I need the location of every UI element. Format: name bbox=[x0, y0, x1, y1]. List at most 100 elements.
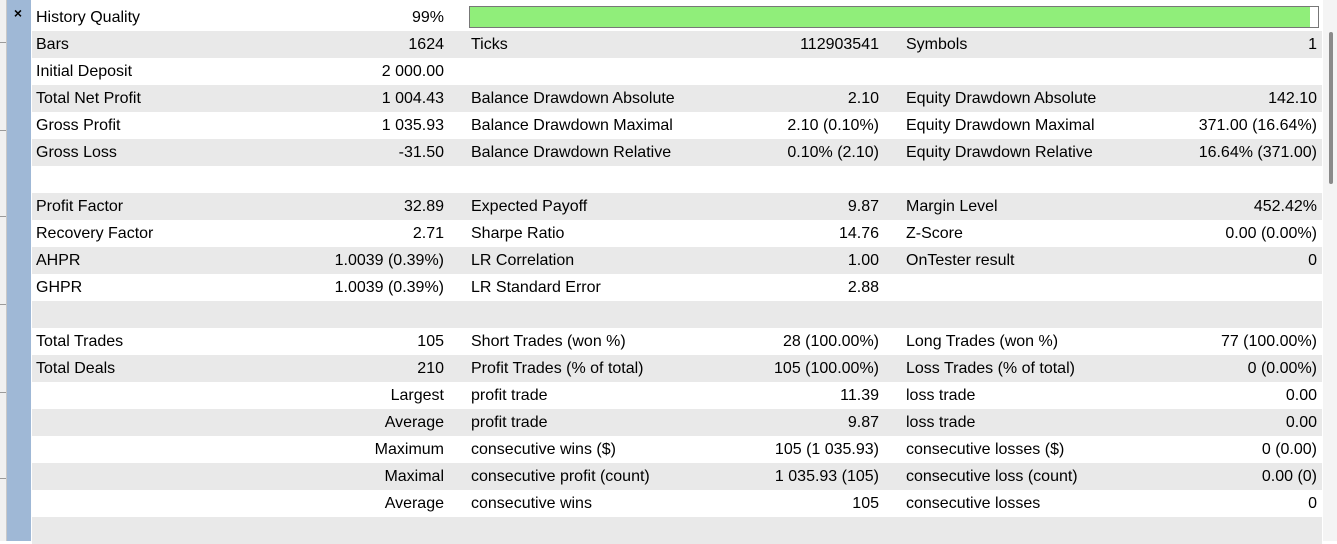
metric-value-2: 105 (100.00%) bbox=[774, 360, 879, 377]
report-row: Largest profit trade 11.39 loss trade 0.00 bbox=[32, 382, 1322, 409]
metric-value-1: 2 000.00 bbox=[381, 63, 444, 80]
metric-value-1: 210 bbox=[417, 360, 444, 377]
metric-value-3: 0.00 (0) bbox=[1261, 468, 1317, 485]
metric-label-3: Equity Drawdown Absolute bbox=[906, 90, 1097, 107]
metric-value-1: 1 004.43 bbox=[381, 90, 444, 107]
edge-tick bbox=[0, 392, 6, 393]
metric-label-2: Balance Drawdown Absolute bbox=[471, 90, 675, 107]
metric-label-3: loss trade bbox=[906, 387, 976, 404]
edge-tick bbox=[0, 130, 6, 131]
metric-value-1: -31.50 bbox=[398, 144, 444, 161]
metric-value-2: 105 bbox=[852, 495, 879, 512]
left-panel-edge bbox=[0, 0, 7, 541]
metric-value-3: 0 (0.00) bbox=[1261, 441, 1317, 458]
metric-label-3: Equity Drawdown Relative bbox=[906, 144, 1093, 161]
metric-label-1: Bars bbox=[36, 36, 69, 53]
metric-value-1: Average bbox=[384, 414, 444, 431]
metric-label-2: Expected Payoff bbox=[471, 198, 588, 215]
metric-value-1: 1624 bbox=[408, 36, 444, 53]
report-row: Bars 1624 Ticks 112903541 Symbols 1 bbox=[32, 31, 1322, 58]
metric-value-3: 0 bbox=[1308, 495, 1317, 512]
metric-label-3: Symbols bbox=[906, 36, 968, 53]
metric-label-2: Ticks bbox=[471, 36, 508, 53]
report-row: Total Net Profit 1 004.43 Balance Drawdown… bbox=[32, 85, 1322, 112]
backtest-report: History Quality 99% Bars 1624 Ticks 1129035… bbox=[32, 4, 1322, 544]
metric-value-3: 0.00 (0.00%) bbox=[1225, 225, 1317, 242]
history-quality-bar bbox=[469, 6, 1319, 28]
close-icon[interactable]: × bbox=[7, 4, 29, 22]
metric-label-2: LR Correlation bbox=[471, 252, 575, 269]
metric-label-2: LR Standard Error bbox=[471, 279, 601, 296]
metric-value-3: 77 (100.00%) bbox=[1220, 333, 1317, 350]
metric-value-2: 2.10 (0.10%) bbox=[787, 117, 879, 134]
report-row: Maximal consecutive profit (count) 1 035.9… bbox=[32, 463, 1322, 490]
metric-label-2: Profit Trades (% of total) bbox=[471, 360, 644, 377]
history-quality-label: History Quality bbox=[36, 9, 141, 26]
metric-label-3: OnTester result bbox=[906, 252, 1015, 269]
metric-label-1: Profit Factor bbox=[36, 198, 124, 215]
edge-tick bbox=[0, 304, 6, 305]
metric-value-3: 16.64% (371.00) bbox=[1198, 144, 1317, 161]
metric-value-1: 32.89 bbox=[403, 198, 444, 215]
report-row: Initial Deposit 2 000.00 bbox=[32, 58, 1322, 85]
metric-value-2: 2.88 bbox=[847, 279, 879, 296]
vertical-scrollbar[interactable] bbox=[1323, 0, 1337, 541]
metric-value-3: 371.00 (16.64%) bbox=[1198, 117, 1317, 134]
metric-label-3: Loss Trades (% of total) bbox=[906, 360, 1075, 377]
report-row: Total Deals 210 Profit Trades (% of total)… bbox=[32, 355, 1322, 382]
metric-label-2: consecutive wins bbox=[471, 495, 592, 512]
metric-label-1: Total Deals bbox=[36, 360, 116, 377]
metric-label-1: GHPR bbox=[36, 279, 83, 296]
metric-label-1: Gross Loss bbox=[36, 144, 117, 161]
report-row: Profit Factor 32.89 Expected Payoff 9.87 Mar… bbox=[32, 193, 1322, 220]
report-row: GHPR 1.0039 (0.39%) LR Standard Error 2.88 bbox=[32, 274, 1322, 301]
metric-value-2: 105 (1 035.93) bbox=[774, 441, 879, 458]
metric-label-3: Z-Score bbox=[906, 225, 963, 242]
metric-label-3: Long Trades (won %) bbox=[906, 333, 1059, 350]
report-row: Gross Loss -31.50 Balance Drawdown Relativ… bbox=[32, 139, 1322, 166]
report-row: Recovery Factor 2.71 Sharpe Ratio 14.76 Z-Sc… bbox=[32, 220, 1322, 247]
report-row bbox=[32, 166, 1322, 193]
scrollbar-thumb[interactable] bbox=[1329, 32, 1333, 184]
report-row: Maximum consecutive wins ($) 105 (1 035.93… bbox=[32, 436, 1322, 463]
report-row: Total Trades 105 Short Trades (won %) 28 (1… bbox=[32, 328, 1322, 355]
metric-label-2: consecutive wins ($) bbox=[471, 441, 616, 458]
metric-value-3: 142.10 bbox=[1268, 90, 1317, 107]
metric-value-3: 0.00 bbox=[1285, 414, 1317, 431]
metric-label-1: Initial Deposit bbox=[36, 63, 133, 80]
report-row: AHPR 1.0039 (0.39%) LR Correlation 1.00 OnTe… bbox=[32, 247, 1322, 274]
metric-value-1: 1.0039 (0.39%) bbox=[334, 252, 444, 269]
metric-value-2: 14.76 bbox=[838, 225, 879, 242]
metric-value-3: 452.42% bbox=[1253, 198, 1317, 215]
metric-value-2: 1.00 bbox=[847, 252, 879, 269]
metric-label-1: AHPR bbox=[36, 252, 81, 269]
metric-label-3: consecutive loss (count) bbox=[906, 468, 1078, 485]
report-row: Average consecutive wins 105 consecutive lo… bbox=[32, 490, 1322, 517]
metric-label-3: loss trade bbox=[906, 414, 976, 431]
metric-value-2: 0.10% (2.10) bbox=[787, 144, 879, 161]
edge-tick bbox=[0, 216, 6, 217]
metric-label-1: Gross Profit bbox=[36, 117, 121, 134]
report-rows: Bars 1624 Ticks 112903541 Symbols 1 Initial De… bbox=[32, 31, 1322, 544]
metric-label-2: profit trade bbox=[471, 414, 548, 431]
metric-label-3: consecutive losses ($) bbox=[906, 441, 1065, 458]
metric-value-1: 2.71 bbox=[412, 225, 444, 242]
metric-label-3: Margin Level bbox=[906, 198, 998, 215]
metric-value-1: 1 035.93 bbox=[381, 117, 444, 134]
metric-label-1: Total Trades bbox=[36, 333, 124, 350]
metric-value-2: 2.10 bbox=[847, 90, 879, 107]
metric-value-3: 0 (0.00%) bbox=[1247, 360, 1317, 377]
metric-label-2: Sharpe Ratio bbox=[471, 225, 565, 242]
report-row bbox=[32, 517, 1322, 544]
metric-label-2: Balance Drawdown Maximal bbox=[471, 117, 673, 134]
history-quality-value: 99% bbox=[411, 9, 444, 26]
metric-value-2: 11.39 bbox=[840, 387, 879, 404]
metric-label-1: Recovery Factor bbox=[36, 225, 154, 242]
metric-value-1: Average bbox=[384, 495, 444, 512]
history-quality-bar-fill bbox=[470, 7, 1310, 27]
metric-value-2: 9.87 bbox=[847, 198, 879, 215]
history-quality-row: History Quality 99% bbox=[32, 4, 1322, 31]
metric-value-2: 28 (100.00%) bbox=[782, 333, 879, 350]
metric-value-1: Maximal bbox=[384, 468, 444, 485]
metric-label-1: Total Net Profit bbox=[36, 90, 141, 107]
